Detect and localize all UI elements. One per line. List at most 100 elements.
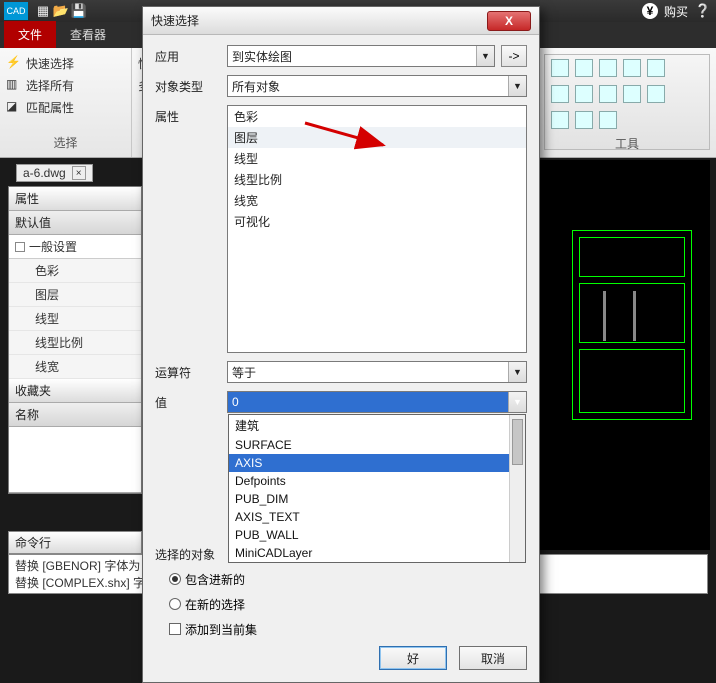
label-value: 值 [155,391,227,411]
tool-icon[interactable] [551,59,569,77]
dropdown-option[interactable]: MiniCADLayer [229,544,525,562]
ribbon-group-select: 选择 [6,132,125,153]
list-item[interactable]: 图层 [228,127,526,148]
dialog-title: 快速选择 [151,12,199,29]
tool-icon[interactable] [623,59,641,77]
select-all-icon: ▥ [6,77,22,93]
document-tab[interactable]: a-6.dwg × [16,164,93,182]
label-attr: 属性 [155,105,227,125]
dropdown-option[interactable]: PUB_WALL [229,526,525,544]
chevron-down-icon: ▼ [476,46,494,66]
radio-replace-label: 在新的选择 [185,596,245,613]
command-line-title: 命令行 [8,531,142,554]
apply-combo-value: 到实体绘图 [232,48,292,65]
chevron-down-icon: ▼ [508,76,526,96]
tool-icon[interactable] [551,111,569,129]
radio-include[interactable] [169,573,181,585]
help-icon[interactable]: ❔ [694,3,712,19]
properties-fav: 收藏夹 [9,379,141,403]
tool-icon[interactable] [575,85,593,103]
radio-include-label: 包含进新的 [185,571,245,588]
objtype-combo[interactable]: 所有对象 ▼ [227,75,527,97]
properties-general-label: 一般设置 [29,238,77,255]
tool-icon[interactable] [575,59,593,77]
attr-listbox[interactable]: 色彩 图层 线型 线型比例 线宽 可视化 [227,105,527,353]
tool-icon[interactable] [647,59,665,77]
dropdown-option[interactable]: SURFACE [229,436,525,454]
apply-combo[interactable]: 到实体绘图 ▼ [227,45,495,67]
ribbon-quick-select[interactable]: ⚡快速选择 [6,52,125,74]
tool-icon[interactable] [575,111,593,129]
ribbon-match-props-label: 匹配属性 [26,99,74,116]
operator-combo-value: 等于 [232,364,256,381]
app-logo: CAD [4,2,28,20]
floorplan [572,230,692,420]
tool-icon[interactable] [551,85,569,103]
tool-icon[interactable] [623,85,641,103]
buy-link[interactable]: 购买 [664,3,688,20]
properties-default[interactable]: 默认值 [9,211,141,235]
ribbon-select-all-label: 选择所有 [26,77,74,94]
checkbox-addtocurrent-label: 添加到当前集 [185,621,257,638]
close-button[interactable]: X [487,11,531,31]
open-icon[interactable]: 📂 [52,3,70,19]
ribbon-tools: 工具 [544,54,710,150]
label-objtype: 对象类型 [155,75,227,95]
tool-icon[interactable] [599,59,617,77]
ribbon-match-props[interactable]: ◪匹配属性 [6,96,125,118]
new-icon[interactable]: ▦ [34,3,52,19]
dropdown-option[interactable]: PUB_DIM [229,490,525,508]
go-button[interactable]: -> [501,45,527,67]
list-item[interactable]: 线型 [228,148,526,169]
list-item[interactable]: 可视化 [228,211,526,232]
ribbon-group-tools: 工具 [545,133,709,154]
list-item[interactable]: 线型比例 [228,169,526,190]
properties-panel: 属性 默认值 一般设置 色彩 图层 线型 线型比例 线宽 收藏夹 名称 [8,186,142,494]
prop-item[interactable]: 线型 [9,307,141,331]
prop-item[interactable]: 图层 [9,283,141,307]
radio-replace[interactable] [169,598,181,610]
properties-general[interactable]: 一般设置 [9,235,141,259]
tab-viewer[interactable]: 查看器 [56,21,120,48]
label-operator: 运算符 [155,361,227,381]
minus-icon [15,242,25,252]
properties-blank [9,427,141,493]
dropdown-option[interactable]: 建筑 [229,415,525,436]
ribbon-quick-select-label: 快速选择 [26,55,74,72]
label-apply: 应用 [155,45,227,65]
properties-name[interactable]: 名称 [9,403,141,427]
value-dropdown: 建筑 SURFACE AXIS Defpoints PUB_DIM AXIS_T… [228,414,526,563]
bolt-icon: ⚡ [6,55,22,71]
list-item[interactable]: 色彩 [228,106,526,127]
match-icon: ◪ [6,99,22,115]
quick-select-dialog: 快速选择 X 应用 到实体绘图 ▼ -> 对象类型 所有对象 ▼ 属性 色彩 图层 … [142,6,540,683]
cancel-button[interactable]: 取消 [459,646,527,670]
dropdown-option[interactable]: AXIS_TEXT [229,508,525,526]
tool-icon[interactable] [599,111,617,129]
scrollbar[interactable] [509,415,525,562]
prop-item[interactable]: 色彩 [9,259,141,283]
chevron-down-icon: ▼ [508,362,526,382]
checkbox-addtocurrent[interactable] [169,623,181,635]
scrollbar-thumb[interactable] [512,419,523,465]
ok-button[interactable]: 好 [379,646,447,670]
list-item[interactable]: 线宽 [228,190,526,211]
value-combo[interactable]: 0 ▼ 建筑 SURFACE AXIS Defpoints PUB_DIM AX… [227,391,527,413]
dropdown-option[interactable]: Defpoints [229,472,525,490]
prop-item[interactable]: 线型比例 [9,331,141,355]
close-icon[interactable]: × [72,166,86,180]
chevron-down-icon: ▼ [508,392,526,412]
properties-title: 属性 [9,187,141,211]
dropdown-option[interactable]: AXIS [229,454,525,472]
tool-icon[interactable] [647,85,665,103]
document-tab-name: a-6.dwg [23,166,66,180]
tab-file[interactable]: 文件 [4,21,56,48]
prop-item[interactable]: 线宽 [9,355,141,379]
dialog-titlebar[interactable]: 快速选择 X [143,7,539,35]
value-combo-value: 0 [232,395,239,409]
operator-combo[interactable]: 等于 ▼ [227,361,527,383]
tool-icon[interactable] [599,85,617,103]
objtype-combo-value: 所有对象 [232,78,280,95]
ribbon-select-all[interactable]: ▥选择所有 [6,74,125,96]
save-icon[interactable]: 💾 [70,3,88,19]
